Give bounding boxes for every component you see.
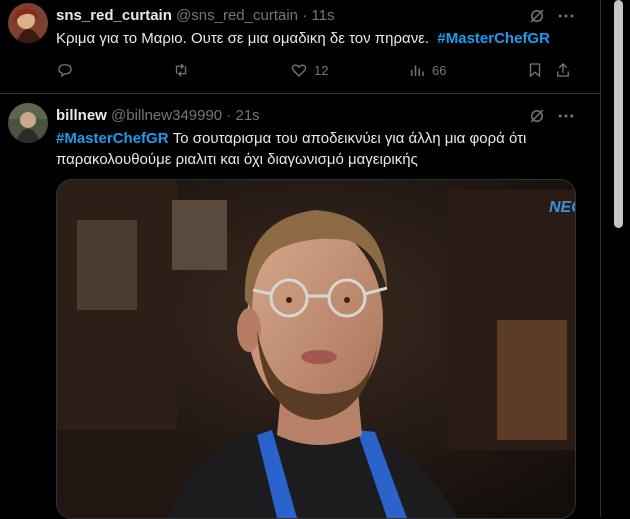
views-icon — [411, 65, 424, 76]
display-name[interactable]: billnew — [56, 107, 107, 124]
more-icon[interactable] — [556, 6, 576, 26]
tweet-text-line: Το σουταρισμα του αποδεικνύει για άλλη μ… — [172, 130, 527, 147]
media-photo: NEC — [57, 180, 575, 518]
tweet-media-image[interactable]: NEC — [56, 179, 576, 519]
tweet-actions: 12 66 — [56, 58, 576, 82]
tweet-text-content: Κριμα για το Μαριο. Ουτε σε μια ομαδικη … — [56, 30, 430, 47]
separator: · — [302, 7, 308, 24]
retweet-button[interactable] — [172, 58, 190, 82]
user-handle[interactable]: @sns_red_curtain — [176, 7, 298, 24]
like-icon — [291, 64, 307, 77]
grok-icon[interactable] — [528, 107, 546, 125]
display-name[interactable]: sns_red_curtain — [56, 7, 172, 24]
timestamp[interactable]: 21s — [236, 107, 260, 124]
hashtag-link[interactable]: #MasterChefGR — [437, 30, 550, 47]
tweet-header: billnew @billnew349990 · 21s — [56, 106, 260, 126]
avatar[interactable] — [8, 103, 48, 143]
separator: · — [226, 107, 232, 124]
tweet-text-line: παρακολουθούμε ριαλιτι και όχι διαγωνισμ… — [56, 151, 418, 168]
like-count: 12 — [314, 62, 329, 78]
view-count: 66 — [432, 62, 447, 78]
media-overlay-text: NEC — [549, 199, 575, 216]
share-icon — [557, 63, 569, 77]
timeline-feed: sns_red_curtain @sns_red_curtain · 11s Κ… — [0, 0, 601, 519]
share-button[interactable] — [554, 58, 572, 82]
tweet-header: sns_red_curtain @sns_red_curtain · 11s — [56, 6, 334, 26]
grok-icon[interactable] — [528, 7, 546, 25]
avatar[interactable] — [8, 3, 48, 43]
views-button[interactable]: 66 — [408, 58, 446, 82]
reply-button[interactable] — [56, 58, 74, 82]
hashtag-link[interactable]: #MasterChefGR — [56, 130, 169, 147]
more-icon[interactable] — [556, 106, 576, 126]
scrollbar[interactable] — [614, 0, 623, 517]
reply-icon — [58, 64, 72, 78]
like-button[interactable]: 12 — [290, 58, 328, 82]
bookmark-button[interactable] — [526, 58, 544, 82]
tweet-text: Κριμα για το Μαριο. Ουτε σε μια ομαδικη … — [56, 28, 576, 49]
timestamp[interactable]: 11s — [311, 7, 334, 24]
user-handle[interactable]: @billnew349990 — [111, 107, 222, 124]
tweet-text: #MasterChefGR Το σουταρισμα του αποδεικν… — [56, 128, 576, 170]
bookmark-icon — [529, 63, 541, 78]
retweet-icon — [175, 63, 187, 77]
tweet[interactable]: sns_red_curtain @sns_red_curtain · 11s Κ… — [0, 0, 600, 94]
scrollbar-thumb[interactable] — [614, 0, 623, 228]
tweet[interactable]: billnew @billnew349990 · 21s #MasterChef… — [0, 94, 600, 519]
